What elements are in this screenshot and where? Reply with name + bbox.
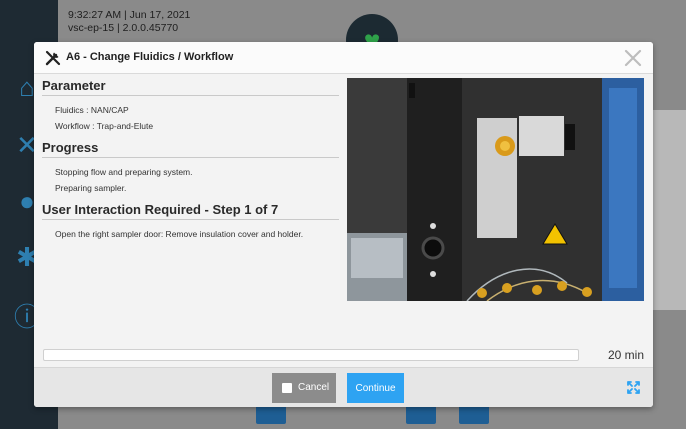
dialog-header: A6 - Change Fluidics / Workflow	[34, 42, 653, 74]
clock-text: 9:32:27 AM | Jun 17, 2021	[68, 9, 191, 21]
parameter-section: Parameter Fluidics : NAN/CAP Workflow : …	[42, 78, 339, 134]
remaining-time: 20 min	[607, 348, 644, 362]
parameter-heading: Parameter	[42, 78, 339, 96]
stop-icon	[282, 383, 292, 393]
dialog-title: A6 - Change Fluidics / Workflow	[66, 51, 234, 63]
sampler-photo	[347, 78, 644, 301]
cancel-button[interactable]: Cancel	[272, 373, 336, 403]
expand-icon[interactable]	[626, 380, 641, 395]
progress-bar	[43, 349, 579, 361]
continue-button[interactable]: Continue	[347, 373, 404, 403]
interaction-heading: User Interaction Required - Step 1 of 7	[42, 202, 339, 220]
tools-icon	[45, 50, 61, 66]
parameter-workflow: Workflow : Trap-and-Elute	[55, 121, 154, 131]
dialog-content: Parameter Fluidics : NAN/CAP Workflow : …	[42, 78, 339, 248]
progress-line-1: Stopping flow and preparing system.	[55, 167, 193, 177]
cancel-label: Cancel	[298, 382, 330, 393]
workflow-dialog: A6 - Change Fluidics / Workflow Paramete…	[34, 42, 653, 407]
system-info: 9:32:27 AM | Jun 17, 2021 vsc-ep-15 | 2.…	[68, 9, 190, 35]
device-text: vsc-ep-15 | 2.0.0.45770	[68, 22, 179, 34]
progress-heading: Progress	[42, 140, 339, 158]
parameter-fluidics: Fluidics : NAN/CAP	[55, 105, 129, 115]
progress-section: Progress Stopping flow and preparing sys…	[42, 140, 339, 196]
interaction-section: User Interaction Required - Step 1 of 7 …	[42, 202, 339, 242]
progress-line-2: Preparing sampler.	[55, 183, 127, 193]
close-icon[interactable]	[623, 48, 643, 68]
interaction-instruction: Open the right sampler door: Remove insu…	[55, 229, 304, 239]
dialog-footer: Cancel Continue	[34, 367, 653, 407]
